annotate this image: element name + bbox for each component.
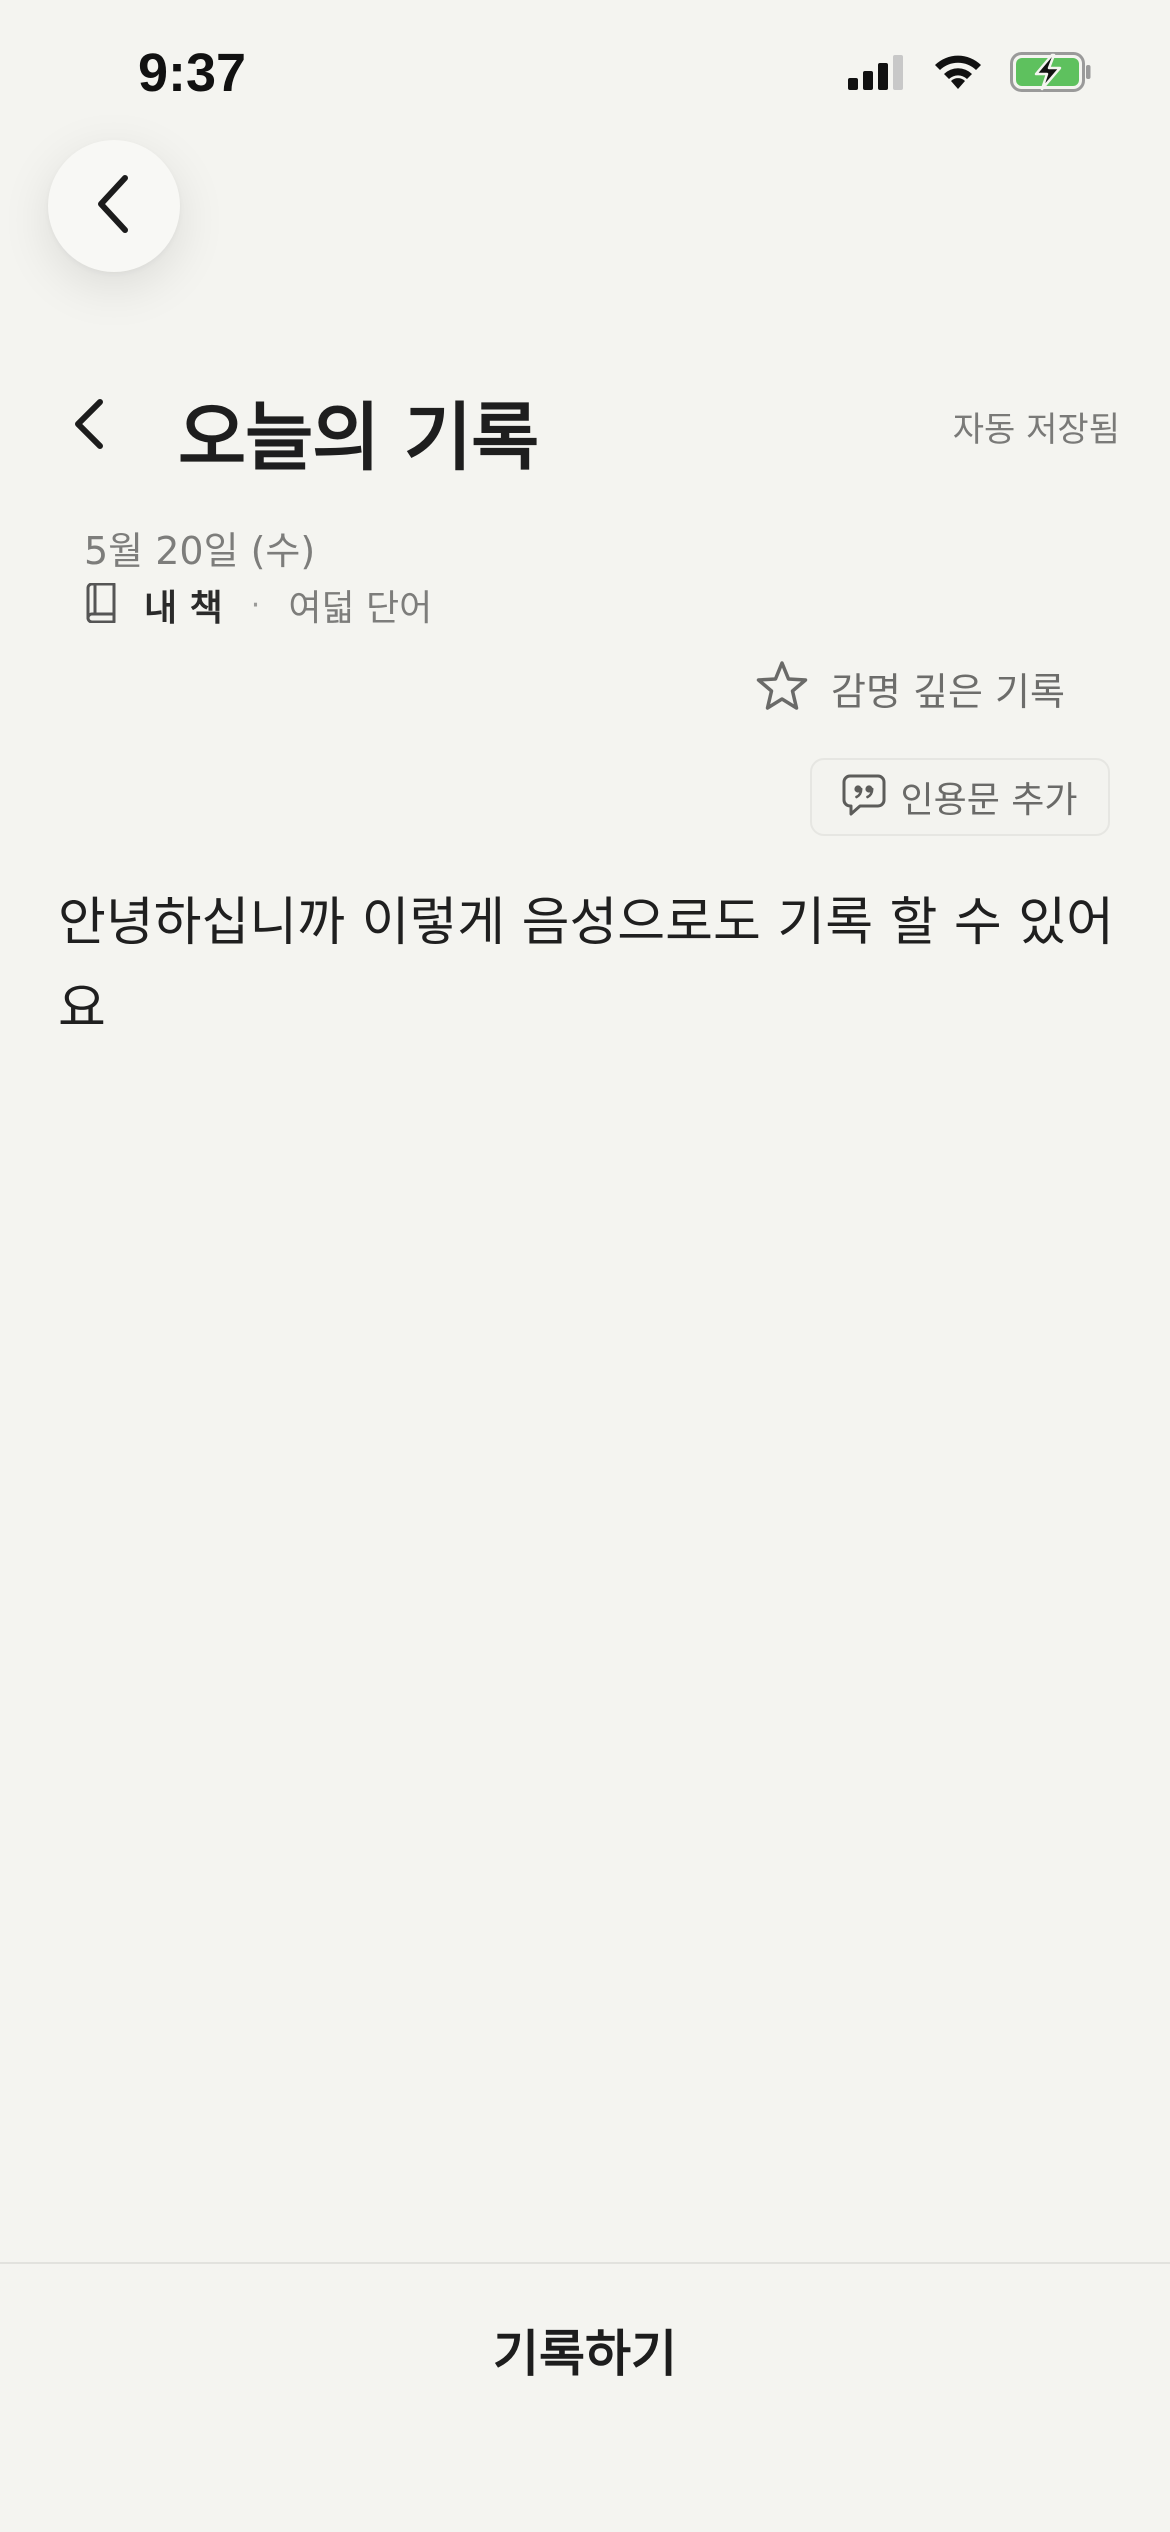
footer-divider — [0, 2262, 1170, 2264]
record-button[interactable]: 기록하기 — [385, 2300, 785, 2400]
add-quote-label: 인용문 추가 — [900, 780, 1078, 821]
page-title: 오늘의 기록 — [178, 395, 539, 481]
status-icons — [848, 52, 1092, 96]
entry-date: 5월 20일 (수) — [84, 529, 316, 573]
battery-charging-icon — [1010, 52, 1092, 96]
back-button[interactable] — [60, 390, 120, 462]
entry-meta: 내 책 · 여덟 단어 — [84, 580, 432, 630]
chevron-left-icon — [91, 172, 137, 240]
star-icon — [755, 660, 809, 716]
status-bar: 9:37 — [0, 0, 1170, 150]
floating-back-button[interactable] — [48, 140, 180, 272]
meta-separator: · — [250, 587, 261, 623]
wifi-icon — [932, 53, 984, 95]
chevron-left-icon — [70, 396, 110, 456]
entry-content[interactable]: 안녕하십니까 이렇게 음성으로도 기록 할 수 있어요 — [58, 880, 1118, 1052]
favorite-label: 감명 깊은 기록 — [831, 669, 1065, 714]
book-icon — [84, 582, 118, 627]
quote-bubble-icon — [842, 774, 886, 820]
book-name[interactable]: 내 책 — [144, 579, 223, 631]
status-time: 9:37 — [138, 43, 247, 103]
add-quote-button[interactable]: 인용문 추가 — [810, 758, 1110, 836]
page-header: 오늘의 기록 자동 저장됨 — [0, 360, 1170, 490]
signal-icon — [848, 54, 906, 94]
autosave-status: 자동 저장됨 — [952, 410, 1120, 450]
word-count: 여덟 단어 — [288, 588, 433, 629]
favorite-toggle[interactable]: 감명 깊은 기록 — [755, 655, 1065, 721]
